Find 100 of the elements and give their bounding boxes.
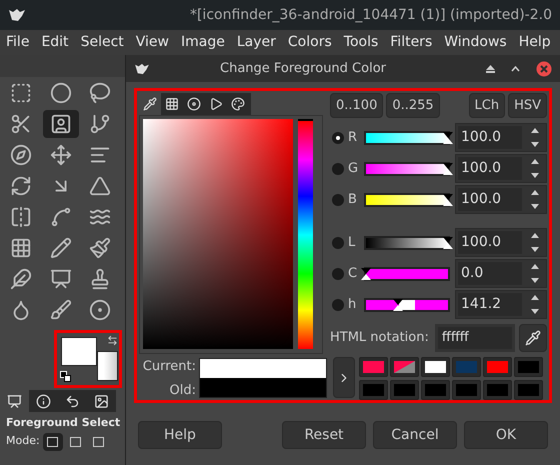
undo-icon (65, 394, 80, 408)
slider-track[interactable] (364, 266, 450, 280)
tool-button[interactable] (42, 110, 79, 138)
slider-track[interactable] (364, 236, 450, 250)
hue-strip[interactable] (298, 119, 313, 349)
disc-icon (187, 97, 201, 111)
radio-button[interactable] (332, 268, 344, 280)
menu-item[interactable]: Tools (344, 32, 378, 53)
caret-up-icon[interactable] (511, 66, 520, 72)
spin-up-icon[interactable] (531, 264, 539, 270)
slider-track[interactable] (364, 298, 450, 312)
slider-thumb[interactable] (443, 132, 453, 144)
tool-options-title: Foreground Select (5, 415, 122, 431)
menu-item[interactable]: Filters (390, 32, 432, 53)
spin-up-icon[interactable] (531, 159, 539, 164)
spin-down-icon[interactable] (531, 246, 539, 252)
grid-icon (165, 97, 179, 111)
stamp-icon (89, 268, 112, 290)
spin-down-icon[interactable] (531, 278, 539, 283)
mode-button[interactable] (42, 432, 63, 450)
spin-field[interactable]: 100.0 (455, 154, 547, 183)
swap-arrows-icon[interactable] (107, 335, 118, 346)
eyedropper-button[interactable] (519, 324, 547, 352)
spin-up-icon[interactable] (531, 295, 539, 300)
spin-down-icon[interactable] (531, 142, 539, 147)
spin-down-icon[interactable] (531, 172, 539, 178)
portrait-icon (50, 113, 72, 135)
triangle-icon (89, 175, 112, 197)
history-swatch[interactable] (483, 357, 512, 377)
background-color-swatch[interactable] (97, 351, 118, 381)
spin-field[interactable]: 100.0 (455, 123, 547, 152)
menu-item[interactable]: Windows (444, 32, 507, 53)
history-swatch[interactable] (390, 380, 419, 400)
spin-up-icon[interactable] (531, 233, 539, 238)
slider-thumb[interactable] (443, 236, 453, 248)
foreground-color-swatch[interactable] (61, 337, 97, 366)
default-colors-icon[interactable] (60, 371, 72, 383)
slider-thumb[interactable] (392, 298, 403, 310)
spin-field[interactable]: 100.0 (455, 228, 547, 257)
history-swatch[interactable] (514, 357, 543, 377)
history-swatch[interactable] (421, 380, 450, 400)
triangle-up-icon[interactable] (486, 64, 495, 72)
menu-item[interactable]: Select (80, 32, 124, 53)
slider-track[interactable] (364, 130, 450, 144)
hex-field[interactable]: ffffff (434, 324, 515, 352)
feather-icon (10, 268, 32, 290)
dialog-button[interactable]: OK (464, 421, 548, 449)
dialog-button[interactable]: Reset (282, 421, 366, 449)
pencil-icon (50, 237, 72, 259)
history-swatch[interactable] (452, 357, 481, 377)
menu-item[interactable]: Help (518, 32, 551, 53)
menu-item[interactable]: Image (181, 32, 225, 53)
history-swatch[interactable] (452, 380, 481, 400)
menu-item[interactable]: File (6, 32, 30, 53)
radio-button[interactable] (332, 298, 344, 310)
radio-button[interactable] (332, 132, 344, 144)
spin-field[interactable]: 141.2 (455, 290, 547, 319)
slider-track[interactable] (364, 192, 450, 206)
close-icon[interactable] (536, 60, 552, 76)
dock-tab[interactable] (29, 390, 58, 412)
history-swatch[interactable] (359, 357, 388, 377)
selector-tab[interactable] (139, 93, 161, 115)
spin-down-icon[interactable] (531, 204, 539, 209)
model-button[interactable]: HSV (508, 93, 547, 118)
channel-label: B (348, 190, 358, 209)
eyedropper-icon (525, 330, 541, 346)
radio-button[interactable] (332, 162, 344, 174)
easel-icon (7, 394, 22, 408)
slider-track[interactable] (364, 162, 450, 176)
model-button[interactable]: LCh (468, 93, 506, 118)
history-swatch[interactable] (390, 357, 419, 377)
color-plane[interactable] (143, 119, 293, 349)
spin-up-icon[interactable] (531, 128, 539, 134)
menu-item[interactable]: Colors (288, 32, 332, 53)
dock-tab[interactable] (87, 390, 116, 412)
spin-up-icon[interactable] (531, 190, 539, 196)
window-title: *[iconfinder_36-android_104471 (1)] (imported)-2.0 (190, 6, 552, 24)
radio-button[interactable] (332, 236, 344, 248)
menu-item[interactable]: Edit (41, 32, 69, 53)
spin-field[interactable]: 0.0 (455, 259, 547, 288)
slider-thumb[interactable] (361, 268, 371, 280)
spin-field[interactable]: 100.0 (455, 185, 547, 214)
rotate-icon (10, 175, 32, 197)
history-swatch[interactable] (514, 380, 543, 400)
menu-item[interactable]: View (136, 32, 169, 53)
history-swatch[interactable] (421, 357, 450, 377)
range-button[interactable]: 0..255 (386, 93, 440, 118)
paintbrush-icon (89, 237, 112, 259)
path-nodes-icon (89, 113, 112, 135)
spin-down-icon[interactable] (531, 308, 539, 314)
dialog-button[interactable]: Cancel (373, 421, 457, 449)
menu-item[interactable]: Layer (236, 32, 276, 53)
slider-thumb[interactable] (443, 194, 453, 206)
history-swatch[interactable] (483, 380, 512, 400)
slider-thumb[interactable] (443, 162, 453, 174)
radio-button[interactable] (332, 194, 344, 206)
range-button[interactable]: 0..100 (330, 93, 384, 118)
dialog-button[interactable]: Help (138, 421, 222, 449)
history-swatch[interactable] (359, 380, 388, 400)
channel-label: h (348, 296, 358, 314)
